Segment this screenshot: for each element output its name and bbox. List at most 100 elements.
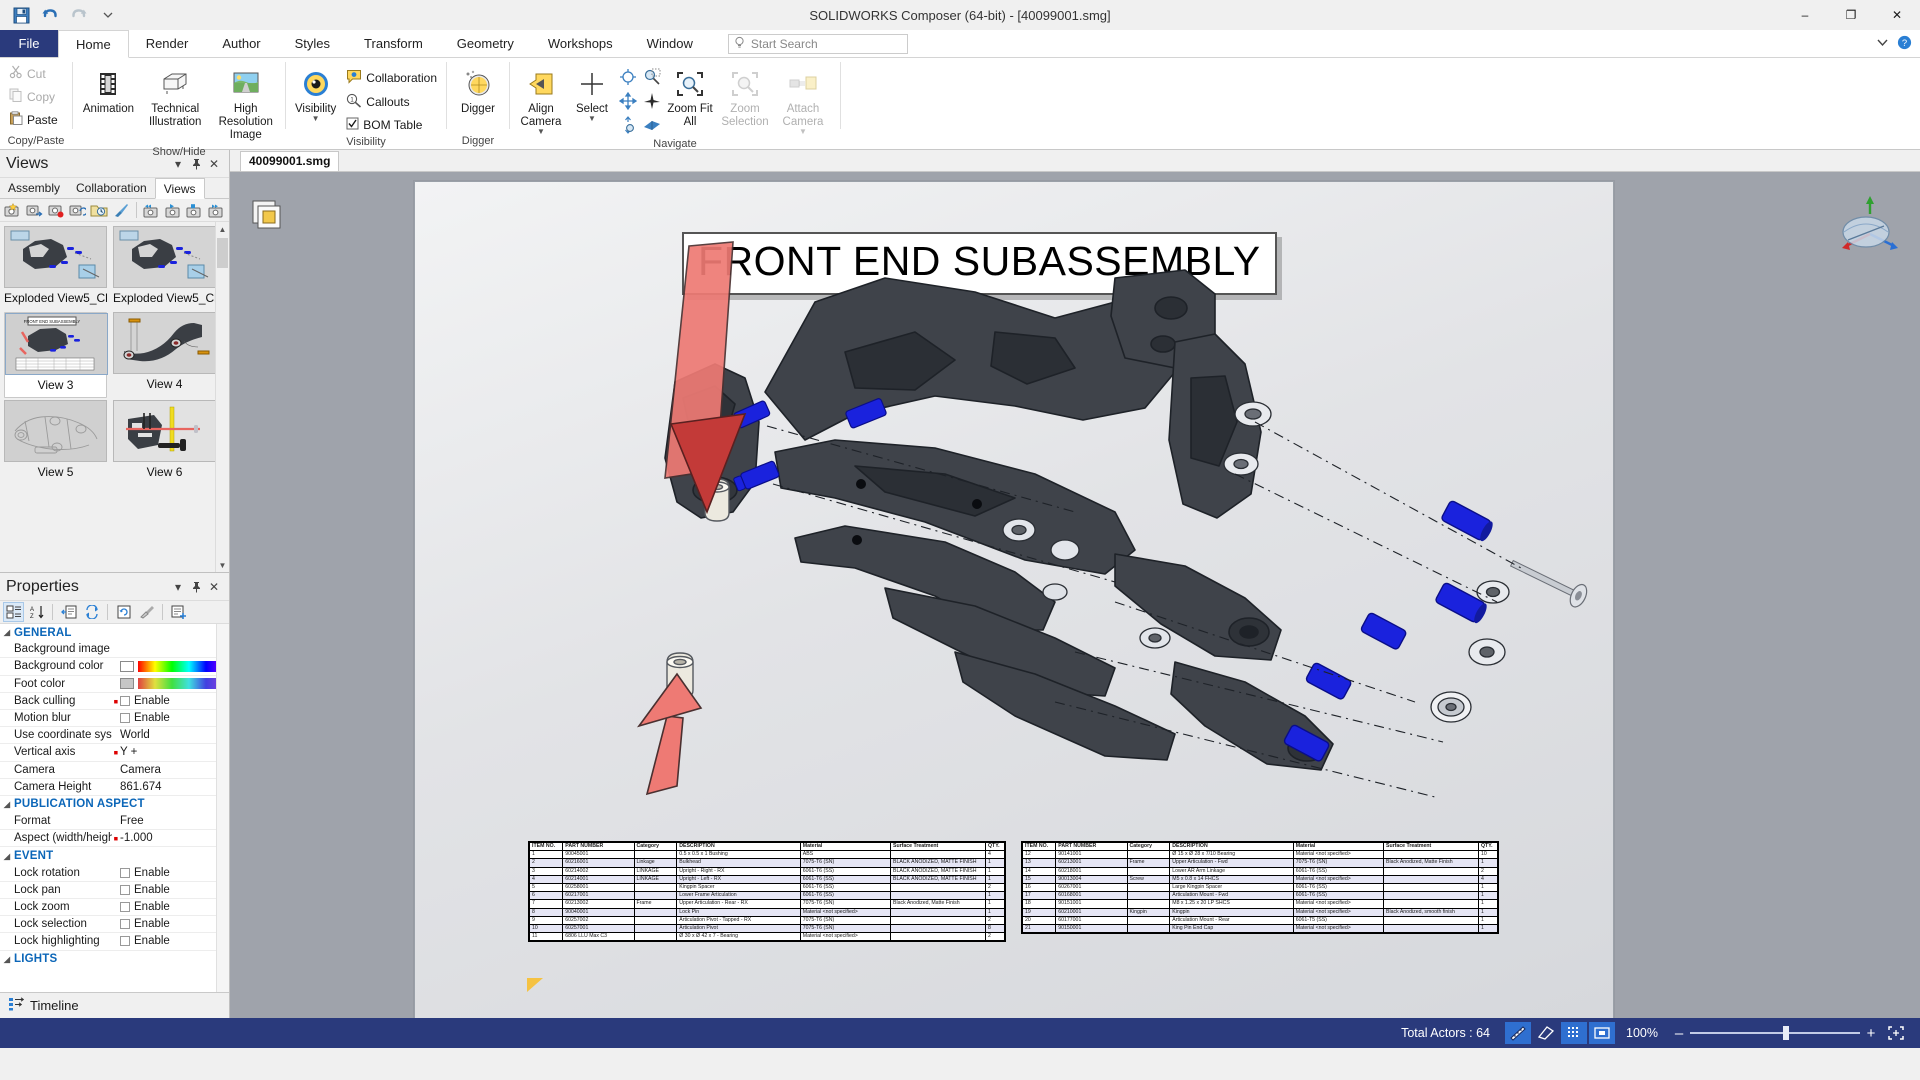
close-button[interactable]: ✕ — [1874, 0, 1920, 30]
add-property-icon[interactable] — [168, 602, 189, 622]
search-input[interactable]: Start Search — [728, 34, 908, 54]
view-thumbnail[interactable] — [113, 226, 216, 288]
property-value[interactable]: World▼ — [120, 729, 229, 741]
view-cell-selected[interactable]: FRONT END SUBASSEMBLY View 3 — [4, 312, 107, 398]
property-value[interactable]: Enable — [120, 901, 229, 913]
property-row[interactable]: Camera Height861.674 — [0, 779, 229, 796]
bom-checkbox-icon[interactable] — [346, 117, 359, 133]
bom-row[interactable]: 1590013004ScrewM5 x 0.8 x 14 FHCSMateria… — [1023, 875, 1498, 883]
rotate-icon[interactable] — [619, 68, 637, 89]
minimize-button[interactable]: – — [1782, 0, 1828, 30]
view-label[interactable]: View 4 — [113, 374, 216, 396]
color-gradient-bar[interactable] — [138, 661, 223, 672]
save-icon[interactable] — [10, 4, 32, 26]
walk-icon[interactable] — [643, 92, 661, 113]
property-section-header[interactable]: ◢LIGHTS — [0, 951, 229, 968]
view-folder-icon[interactable] — [89, 200, 109, 220]
section-collapse-icon[interactable]: ◢ — [0, 628, 14, 637]
bom-row[interactable]: 460214001LINKAGEUpright - Left - RX6061-… — [530, 875, 1005, 883]
chevron-down-icon-align[interactable]: ▼ — [537, 129, 545, 135]
scrollbar-thumb[interactable] — [217, 238, 228, 268]
stop-view-icon[interactable] — [185, 200, 205, 220]
view-cell[interactable]: View 5 — [4, 400, 107, 484]
grid-icon[interactable] — [1561, 1022, 1587, 1044]
first-view-icon[interactable] — [142, 200, 162, 220]
property-section-header[interactable]: ◢PUBLICATION ASPECT — [0, 796, 229, 813]
attach-camera-button[interactable]: Attach Camera ▼ — [774, 64, 832, 138]
bom-table-left[interactable]: ITEM NO.PART NUMBERCategoryDESCRIPTIONMa… — [528, 841, 1006, 942]
property-row[interactable]: Aspect (width/height)▪-1.000 — [0, 830, 229, 847]
tab-collaboration[interactable]: Collaboration — [68, 178, 155, 198]
property-combobox[interactable]: Camera▼ — [120, 764, 227, 776]
property-checkbox[interactable] — [120, 696, 130, 706]
property-row[interactable]: Vertical axis▪Y +▼ — [0, 744, 229, 761]
view-thumbnail[interactable] — [4, 226, 107, 288]
technical-illustration-button[interactable]: Technical Illustration — [140, 64, 211, 132]
pan-icon[interactable] — [619, 92, 637, 113]
bom-row[interactable]: 116806 LLU Max C3Ø 30 x Ø 42 x 7 - Beari… — [530, 933, 1005, 941]
undo-icon[interactable] — [39, 4, 61, 26]
property-value[interactable]: Enable — [120, 935, 229, 947]
chevron-down-icon-select[interactable]: ▼ — [588, 116, 596, 122]
view-label[interactable]: Exploded View5_Chai... — [113, 288, 216, 310]
bom-table-right[interactable]: ITEM NO.PART NUMBERCategoryDESCRIPTIONMa… — [1021, 841, 1499, 934]
property-value[interactable] — [120, 661, 229, 672]
align-camera-button[interactable]: Align Camera ▼ — [514, 64, 568, 138]
property-checkbox[interactable] — [120, 885, 130, 895]
property-row[interactable]: Background color — [0, 658, 229, 675]
chevron-down-icon[interactable]: ▼ — [312, 116, 320, 122]
zoom-slider-knob[interactable] — [1783, 1026, 1789, 1040]
snap-icon[interactable] — [1533, 1022, 1559, 1044]
paste-button[interactable]: Paste — [4, 108, 63, 131]
tab-geometry[interactable]: Geometry — [440, 30, 531, 57]
paintbrush-icon[interactable] — [111, 200, 131, 220]
bom-row[interactable]: 1900450010.5 x 0.5 x 1 BushingABS4 — [530, 851, 1005, 859]
property-row[interactable]: Motion blurEnable — [0, 710, 229, 727]
property-checkbox[interactable] — [120, 902, 130, 912]
scroll-up-icon[interactable]: ▲ — [216, 222, 229, 236]
view-thumbnail[interactable] — [113, 400, 216, 462]
property-value[interactable]: Enable — [120, 867, 229, 879]
views-scrollbar[interactable]: ▲ ▼ — [215, 222, 229, 572]
zoom-window-icon[interactable] — [643, 68, 661, 89]
color-swatch[interactable] — [120, 678, 134, 689]
property-value[interactable]: -1.000 — [120, 832, 229, 844]
tab-styles[interactable]: Styles — [278, 30, 347, 57]
properties-dropdown-icon[interactable]: ▾ — [169, 578, 187, 596]
bom-row[interactable]: 1760168001Articulation Mount - Fwd6061-T… — [1023, 892, 1498, 900]
bom-row[interactable]: 1060257001Articulation Pivot7075-T6 (SN)… — [530, 925, 1005, 933]
eyedropper-icon[interactable] — [136, 602, 157, 622]
chevron-down-icon-attach[interactable]: ▼ — [799, 129, 807, 135]
color-gradient-bar[interactable] — [138, 678, 223, 689]
view-thumbnail[interactable] — [4, 400, 107, 462]
bom-row[interactable]: 1960210001KingpinKingpinMaterial <not sp… — [1023, 908, 1498, 916]
bom-row[interactable]: 360214002LINKAGEUpright - Right - RX6061… — [530, 867, 1005, 875]
free-nav-icon[interactable] — [619, 116, 637, 137]
copy-view-icon[interactable] — [252, 200, 286, 235]
property-value[interactable]: Camera▼ — [120, 764, 229, 776]
select-button[interactable]: Select ▼ — [568, 64, 616, 125]
property-value[interactable]: Enable — [120, 695, 229, 707]
bom-row[interactable]: 760213002FrameUpper Articulation - Rear … — [530, 900, 1005, 908]
bom-row[interactable]: 890040001Lock PinMaterial <not specified… — [530, 908, 1005, 916]
property-value[interactable]: Y +▼ — [120, 746, 229, 758]
refresh-view-icon[interactable] — [68, 200, 88, 220]
section-collapse-icon[interactable]: ◢ — [0, 852, 14, 861]
reset-props-icon[interactable] — [113, 602, 134, 622]
property-row[interactable]: Back culling▪Enable — [0, 693, 229, 710]
property-combobox[interactable]: World▼ — [120, 729, 227, 741]
sync-props-icon[interactable] — [81, 602, 102, 622]
view-label[interactable]: View 5 — [4, 462, 107, 484]
animation-button[interactable]: Animation — [77, 64, 140, 119]
view-cell[interactable]: Exploded View5_Chai... — [113, 226, 216, 310]
tab-views[interactable]: Views — [155, 178, 205, 199]
view-cube-icon[interactable] — [1830, 194, 1894, 258]
section-collapse-icon[interactable]: ◢ — [0, 955, 14, 964]
property-combobox[interactable]: Free▼ — [120, 815, 227, 827]
property-row[interactable]: Lock selectionEnable — [0, 916, 229, 933]
ribbon-options-icon[interactable] — [1876, 37, 1889, 51]
bom-row[interactable]: 1290141001Ø 15 x Ø 28 x 7/10 BearingMate… — [1023, 851, 1498, 859]
property-value[interactable]: Free▼ — [120, 815, 229, 827]
bom-row[interactable]: 1460218001Lower AR Arm Linkage6061-T6 (S… — [1023, 867, 1498, 875]
properties-scrollbar[interactable] — [216, 624, 229, 992]
